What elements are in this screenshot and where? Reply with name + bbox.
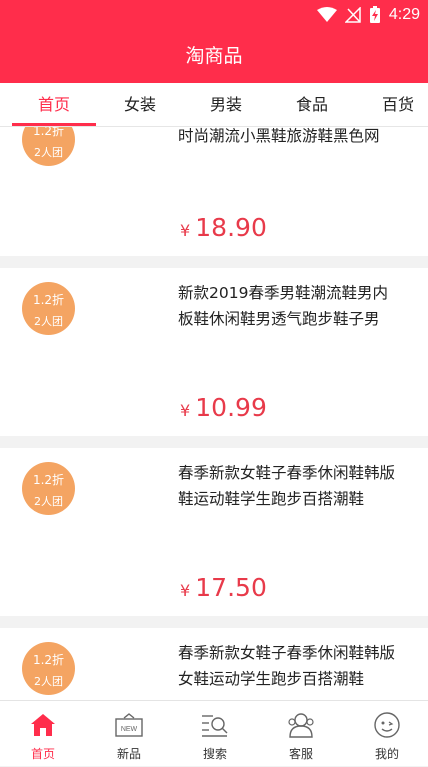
product-title: 时尚潮流小黑鞋旅游鞋黑色网 (178, 127, 380, 145)
product-price: ¥ 17.50 (180, 573, 267, 602)
nav-label: 搜索 (202, 747, 227, 761)
product-title: 新款2019春季男鞋潮流鞋男内板鞋休闲鞋男透气跑步鞋子男 (178, 284, 388, 328)
nav-search[interactable]: 搜索 (172, 701, 258, 767)
product-price: ¥ 10.99 (180, 393, 267, 422)
profile-icon (374, 712, 400, 738)
group-label: 2人团 (34, 315, 63, 328)
nav-new[interactable]: NEW 新品 (86, 701, 172, 767)
discount-badge: 1.2折 2人团 (22, 462, 75, 515)
battery-charging-icon (369, 6, 380, 23)
no-signal-icon (344, 7, 361, 23)
discount-badge: 1.2折 2人团 (22, 282, 75, 335)
tab-general[interactable]: 百货 (363, 83, 428, 127)
app-bar: 淘商品 (0, 30, 428, 83)
currency-symbol: ¥ (180, 221, 191, 240)
group-label: 2人团 (34, 146, 63, 159)
product-card[interactable]: 1.2折 2人团 春季新款女鞋子春季休闲鞋韩版鞋运动鞋学生跑步百搭潮鞋 ¥ 17… (0, 448, 428, 616)
product-title: 春季新款女鞋子春季休闲鞋韩版女鞋运动学生跑步百搭潮鞋 (178, 644, 396, 688)
tab-mens[interactable]: 男装 (191, 83, 261, 127)
nav-label: 首页 (30, 747, 55, 761)
discount-label: 1.2折 (32, 473, 65, 487)
product-price: ¥ 18.90 (180, 213, 267, 242)
group-label: 2人团 (34, 675, 63, 688)
nav-label: 我的 (374, 747, 399, 761)
price-value: 18.90 (195, 213, 267, 242)
discount-badge: 1.2折 2人团 (22, 642, 75, 695)
product-title: 春季新款女鞋子春季休闲鞋韩版鞋运动鞋学生跑步百搭潮鞋 (178, 464, 396, 508)
product-card[interactable]: 1.2折 2人团 时尚潮流小黑鞋旅游鞋黑色网 ¥ 18.90 (0, 127, 428, 256)
discount-label: 1.2折 (32, 293, 65, 307)
status-time: 4:29 (388, 6, 420, 23)
page-title: 淘商品 (185, 45, 243, 67)
discount-label: 1.2折 (32, 653, 65, 667)
status-bar: 4:29 (0, 0, 428, 30)
group-label: 2人团 (34, 495, 63, 508)
discount-badge: 1.2折 2人团 (22, 127, 75, 166)
product-card[interactable]: 1.2折 2人团 新款2019春季男鞋潮流鞋男内板鞋休闲鞋男透气跑步鞋子男 ¥ … (0, 268, 428, 436)
category-tabs: 首页 女装 男装 食品 百货 (0, 83, 428, 127)
status-icons: 4:29 (316, 4, 420, 26)
nav-customer-service[interactable]: 客服 (258, 701, 344, 767)
wifi-icon (316, 7, 337, 22)
customer-service-icon (288, 713, 314, 738)
currency-symbol: ¥ (180, 581, 191, 600)
bottom-nav: 首页 NEW 新品 搜索 客服 我的 (0, 700, 428, 766)
nav-home[interactable]: 首页 (0, 701, 86, 767)
new-icon: NEW (115, 713, 143, 737)
currency-symbol: ¥ (180, 401, 191, 420)
price-value: 17.50 (195, 573, 267, 602)
discount-label: 1.2折 (32, 127, 65, 138)
price-value: 10.99 (195, 393, 267, 422)
nav-label: 客服 (288, 747, 313, 761)
tab-home[interactable]: 首页 (19, 83, 89, 127)
active-tab-indicator (12, 123, 96, 126)
search-icon (202, 715, 228, 737)
product-list: 1.2折 2人团 时尚潮流小黑鞋旅游鞋黑色网 ¥ 18.90 1.2折 2人团 … (0, 127, 428, 700)
nav-label: 新品 (116, 747, 141, 761)
home-icon (31, 714, 55, 736)
product-card[interactable]: 1.2折 2人团 春季新款女鞋子春季休闲鞋韩版女鞋运动学生跑步百搭潮鞋 (0, 628, 428, 700)
tab-womens[interactable]: 女装 (105, 83, 175, 127)
svg-text:NEW: NEW (121, 726, 138, 733)
nav-profile[interactable]: 我的 (344, 701, 428, 767)
tab-food[interactable]: 食品 (277, 83, 347, 127)
